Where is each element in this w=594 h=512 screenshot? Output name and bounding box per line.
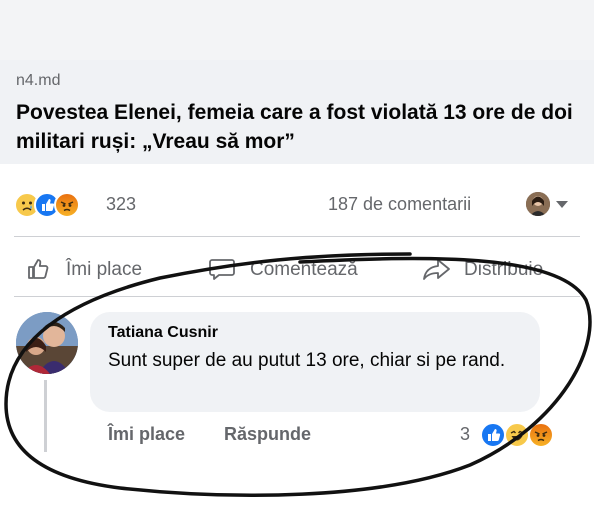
comment-author[interactable]: Tatiana Cusnir — [108, 324, 218, 342]
comment-label: Comentează — [250, 259, 358, 280]
thread-line — [44, 380, 47, 452]
comment-text: Sunt super de au putut 13 ore, chiar si … — [108, 350, 506, 371]
reactions-summary[interactable]: 323 187 de comentarii — [14, 190, 580, 220]
angry-icon — [54, 192, 80, 218]
like-icon — [480, 422, 506, 448]
laugh-icon — [504, 422, 530, 448]
comment-reply-button[interactable]: Răspunde — [224, 424, 311, 445]
viewer-avatar[interactable] — [526, 192, 550, 216]
share-button[interactable]: Distribuie — [422, 254, 578, 284]
share-label: Distribuie — [464, 259, 544, 280]
share-icon — [423, 259, 450, 280]
like-label: Îmi place — [66, 259, 143, 280]
chevron-down-icon[interactable] — [556, 201, 568, 208]
divider — [14, 296, 580, 297]
comment-like-button[interactable]: Îmi place — [108, 424, 185, 445]
like-button[interactable]: Îmi place — [26, 254, 176, 284]
comment-icon — [209, 259, 235, 280]
divider — [14, 236, 580, 237]
angry-icon — [528, 422, 554, 448]
link-headline[interactable]: Povestea Elenei, femeia care a fost viol… — [16, 98, 576, 156]
comments-count[interactable]: 187 de comentarii — [328, 194, 471, 215]
reaction-count[interactable]: 323 — [106, 194, 136, 215]
comment-reaction-count[interactable]: 3 — [460, 424, 470, 445]
top-area — [0, 0, 594, 60]
comment-button[interactable]: Comentează — [208, 254, 398, 284]
thumbs-up-icon — [28, 259, 49, 279]
link-source: n4.md — [16, 72, 61, 89]
avatar[interactable] — [16, 312, 78, 374]
